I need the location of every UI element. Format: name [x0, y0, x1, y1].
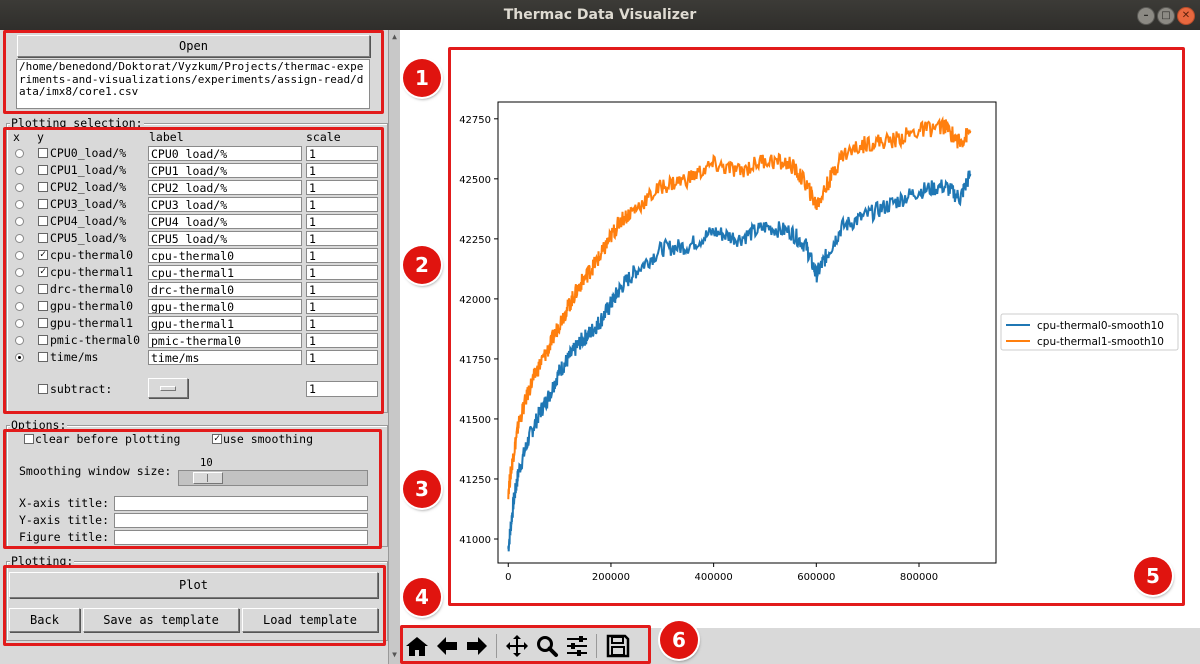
annotation-box-6 [400, 625, 651, 664]
minimize-icon[interactable]: – [1137, 7, 1155, 25]
annotation-box-4 [3, 565, 386, 646]
annotation-box-5 [448, 47, 1185, 606]
maximize-icon[interactable]: □ [1157, 7, 1175, 25]
annotation-box-2 [3, 127, 384, 414]
annotation-box-1 [3, 30, 384, 114]
close-icon[interactable]: ✕ [1177, 7, 1195, 25]
annotation-badge-6: 6 [660, 621, 698, 659]
scroll-up-icon[interactable]: ▲ [390, 32, 399, 41]
scroll-down-icon[interactable]: ▼ [390, 650, 399, 659]
annotation-box-3 [3, 429, 382, 549]
annotation-badge-3: 3 [403, 470, 441, 508]
window-title: Thermac Data Visualizer [503, 7, 697, 23]
annotation-badge-4: 4 [403, 578, 441, 616]
window-titlebar: Thermac Data Visualizer – □ ✕ [0, 0, 1200, 30]
annotation-badge-5: 5 [1134, 557, 1172, 595]
annotation-badge-2: 2 [403, 246, 441, 284]
annotation-badge-1: 1 [403, 59, 441, 97]
